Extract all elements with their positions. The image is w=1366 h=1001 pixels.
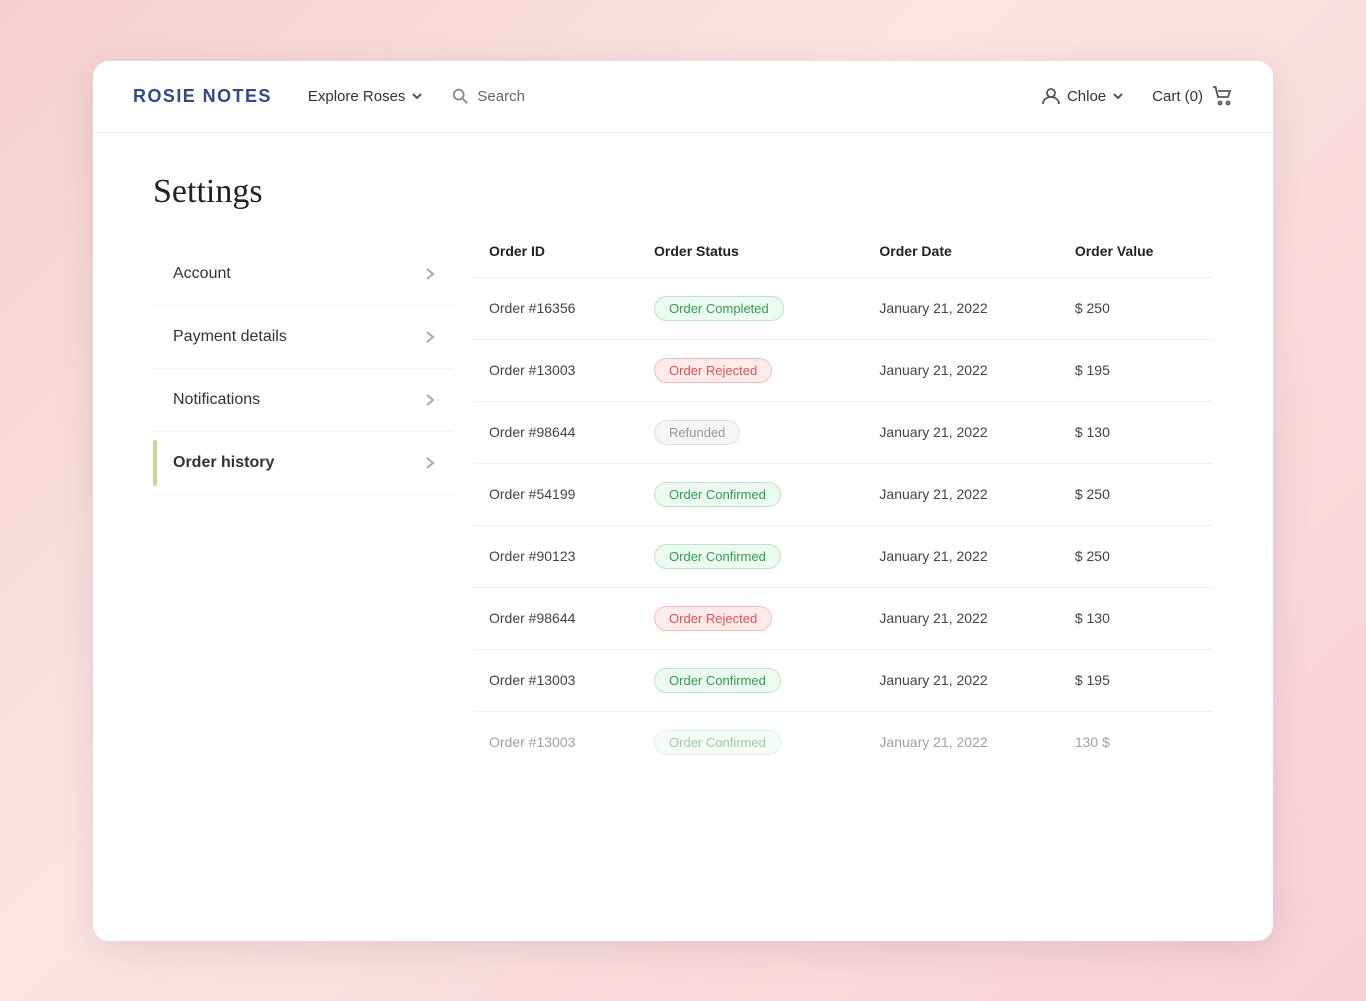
sidebar-item-order-history[interactable]: Order history: [153, 432, 453, 495]
app-window: ROSIE NOTES Explore Roses Search Chloe C…: [93, 61, 1273, 941]
order-value-cell: $ 130: [1059, 401, 1213, 463]
search-icon: [451, 87, 469, 105]
status-badge: Order Completed: [654, 296, 784, 321]
table-row: Order #98644 Refunded January 21, 2022$ 13…: [473, 401, 1213, 463]
sidebar-account-label: Account: [173, 265, 231, 283]
table-row: Order #98644 Order Rejected January 21, 20…: [473, 587, 1213, 649]
col-header-order-value: Order Value: [1059, 243, 1213, 278]
col-header-order-date: Order Date: [863, 243, 1058, 278]
table-row: Order #54199 Order Confirmed January 21, 2…: [473, 463, 1213, 525]
order-date-cell: January 21, 2022: [863, 649, 1058, 711]
chevron-right-icon: [423, 267, 437, 281]
order-value-cell: $ 195: [1059, 339, 1213, 401]
search-label: Search: [477, 88, 525, 105]
page-title: Settings: [153, 173, 1213, 211]
order-status-cell: Order Confirmed: [638, 711, 863, 773]
status-badge: Refunded: [654, 420, 740, 445]
navbar: ROSIE NOTES Explore Roses Search Chloe C…: [93, 61, 1273, 133]
order-value-cell: $ 130: [1059, 587, 1213, 649]
settings-sidebar: Account Payment details Notifications Or…: [153, 243, 453, 901]
order-status-cell: Order Rejected: [638, 339, 863, 401]
order-table: Order ID Order Status Order Date Order V…: [473, 243, 1213, 773]
table-row: Order #13003 Order Confirmed January 21, 2…: [473, 649, 1213, 711]
status-badge: Order Confirmed: [654, 544, 781, 569]
order-status-cell: Order Confirmed: [638, 463, 863, 525]
chevron-right-icon: [423, 393, 437, 407]
sidebar-notifications-label: Notifications: [173, 391, 260, 409]
order-value-cell: $ 250: [1059, 277, 1213, 339]
order-status-cell: Order Completed: [638, 277, 863, 339]
order-status-cell: Order Confirmed: [638, 525, 863, 587]
table-row: Order #13003 Order Confirmed January 21, 2…: [473, 711, 1213, 773]
order-date-cell: January 21, 2022: [863, 711, 1058, 773]
settings-layout: Account Payment details Notifications Or…: [153, 243, 1213, 901]
order-value-cell: $ 250: [1059, 525, 1213, 587]
sidebar-item-payment[interactable]: Payment details: [153, 306, 453, 369]
table-row: Order #90123 Order Confirmed January 21, 2…: [473, 525, 1213, 587]
order-date-cell: January 21, 2022: [863, 525, 1058, 587]
order-date-cell: January 21, 2022: [863, 401, 1058, 463]
explore-roses-menu[interactable]: Explore Roses: [308, 88, 424, 105]
order-date-cell: January 21, 2022: [863, 587, 1058, 649]
status-badge: Order Confirmed: [654, 668, 781, 693]
chevron-down-icon: [411, 90, 423, 102]
table-row: Order #13003 Order Rejected January 21, 20…: [473, 339, 1213, 401]
order-id-cell: Order #13003: [473, 339, 638, 401]
order-id-cell: Order #90123: [473, 525, 638, 587]
table-row: Order #16356 Order Completed January 21, 2…: [473, 277, 1213, 339]
chevron-right-icon: [423, 330, 437, 344]
main-content: Settings Account Payment details Notific…: [93, 133, 1273, 941]
chevron-right-icon: [423, 456, 437, 470]
brand-logo: ROSIE NOTES: [133, 86, 272, 107]
order-status-cell: Order Rejected: [638, 587, 863, 649]
sidebar-item-account[interactable]: Account: [153, 243, 453, 306]
order-date-cell: January 21, 2022: [863, 463, 1058, 525]
sidebar-payment-label: Payment details: [173, 328, 287, 346]
order-id-cell: Order #13003: [473, 649, 638, 711]
user-icon: [1041, 86, 1061, 106]
order-status-cell: Order Confirmed: [638, 649, 863, 711]
status-badge: Order Rejected: [654, 358, 772, 383]
user-label: Chloe: [1067, 88, 1106, 105]
col-header-order-status: Order Status: [638, 243, 863, 278]
cart-label: Cart (0): [1152, 88, 1203, 105]
order-id-cell: Order #13003: [473, 711, 638, 773]
order-status-cell: Refunded: [638, 401, 863, 463]
search-button[interactable]: Search: [451, 87, 525, 105]
order-value-cell: $ 195: [1059, 649, 1213, 711]
status-badge: Order Rejected: [654, 606, 772, 631]
sidebar-item-notifications[interactable]: Notifications: [153, 369, 453, 432]
nav-right: Chloe Cart (0): [1041, 85, 1233, 107]
order-id-cell: Order #16356: [473, 277, 638, 339]
cart-button[interactable]: Cart (0): [1152, 85, 1233, 107]
order-id-cell: Order #98644: [473, 587, 638, 649]
order-id-cell: Order #98644: [473, 401, 638, 463]
order-date-cell: January 21, 2022: [863, 339, 1058, 401]
col-header-order-id: Order ID: [473, 243, 638, 278]
explore-roses-label: Explore Roses: [308, 88, 406, 105]
order-id-cell: Order #54199: [473, 463, 638, 525]
chevron-down-icon: [1112, 90, 1124, 102]
status-badge: Order Confirmed: [654, 482, 781, 507]
cart-icon: [1211, 85, 1233, 107]
order-value-cell: 130 $: [1059, 711, 1213, 773]
user-menu[interactable]: Chloe: [1041, 86, 1124, 106]
order-value-cell: $ 250: [1059, 463, 1213, 525]
order-date-cell: January 21, 2022: [863, 277, 1058, 339]
status-badge: Order Confirmed: [654, 730, 781, 755]
order-table-area: Order ID Order Status Order Date Order V…: [453, 243, 1213, 901]
sidebar-order-history-label: Order history: [173, 454, 274, 472]
